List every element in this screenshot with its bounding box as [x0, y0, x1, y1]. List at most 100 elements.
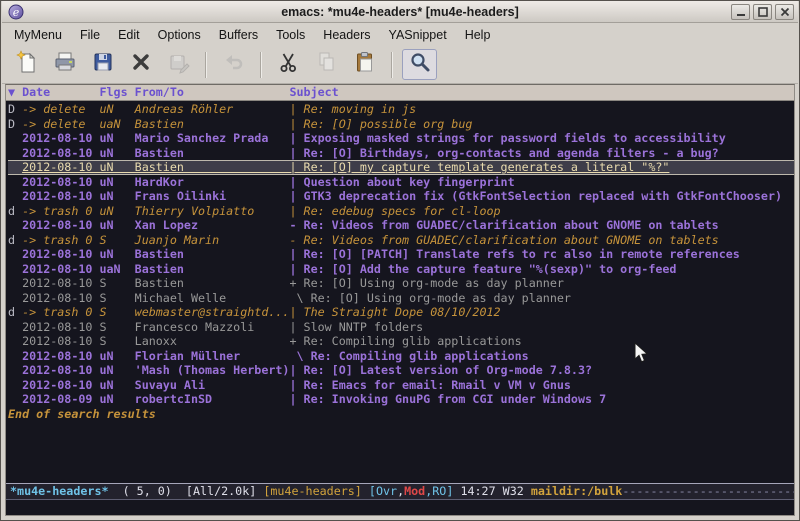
mark-prefix — [8, 276, 22, 290]
menu-options[interactable]: Options — [149, 25, 210, 45]
copy-icon — [315, 50, 339, 79]
message-row[interactable]: 2012-08-10 S Michael Welle \ Re: [O] Usi… — [8, 291, 794, 306]
message-row[interactable]: 2012-08-09 uN robertcInSD | Re: Invoking… — [8, 392, 794, 407]
paste-icon — [353, 50, 377, 79]
mu4e-headers-buffer: ▼ Date Flgs From/To Subject D -> delete … — [5, 84, 795, 516]
window-title: emacs: *mu4e-headers* [mu4e-headers] — [2, 5, 798, 19]
close-button[interactable] — [775, 4, 794, 20]
modeline-segment: 14:27 — [460, 484, 502, 498]
mode-line: *mu4e-headers* ( 5, 0) [All/2.0k] [mu4e-… — [6, 483, 794, 500]
modeline-segment: ,RO — [425, 484, 446, 498]
message-row[interactable]: 2012-08-10 uN Mario Sanchez Prada | Expo… — [8, 131, 794, 146]
message-text: 2012-08-10 uN Florian Müllner \ Re: Comp… — [22, 349, 529, 363]
echo-area[interactable] — [6, 500, 794, 515]
search-icon — [408, 50, 432, 79]
mark-prefix — [8, 247, 22, 261]
open-file-button[interactable] — [47, 49, 82, 80]
message-text: -> trash 0 S webmaster@straightd...| The… — [22, 305, 500, 319]
mark-prefix — [8, 131, 22, 145]
mark-prefix — [8, 334, 22, 348]
mark-prefix: d — [8, 233, 22, 247]
mark-prefix — [8, 160, 22, 174]
modeline-segment: *mu4e-headers* — [10, 484, 109, 498]
mark-prefix: d — [8, 305, 22, 319]
message-row[interactable]: 2012-08-10 uN Xan Lopez - Re: Videos fro… — [8, 218, 794, 233]
message-row[interactable]: 2012-08-10 uN Suvayu Ali | Re: Emacs for… — [8, 378, 794, 393]
message-row[interactable]: d -> trash 0 S Juanjo Marin - Re: Videos… — [8, 233, 794, 248]
modeline-segment: Mod — [404, 484, 425, 498]
message-text: 2012-08-09 uN robertcInSD | Re: Invoking… — [22, 392, 606, 406]
mark-prefix — [8, 363, 22, 377]
titlebar[interactable]: e emacs: *mu4e-headers* [mu4e-headers] — [2, 1, 798, 23]
mark-prefix — [8, 175, 22, 189]
toolbar-separator — [260, 52, 262, 78]
message-row[interactable]: 2012-08-10 uN HardKor | Question about k… — [8, 175, 794, 190]
message-row[interactable]: D -> delete uN Andreas Röhler | Re: movi… — [8, 102, 794, 117]
maximize-button[interactable] — [753, 4, 772, 20]
menu-tools[interactable]: Tools — [267, 25, 314, 45]
header-line-text: ▼ Date Flgs From/To Subject — [8, 85, 339, 99]
message-text: 2012-08-10 uN Frans Oilinki | GTK3 depre… — [22, 189, 782, 203]
cut-icon — [277, 50, 301, 79]
message-row[interactable]: d -> trash 0 uN Thierry Volpiatto | Re: … — [8, 204, 794, 219]
new-file-button[interactable] — [9, 49, 44, 80]
message-text: 2012-08-10 S Michael Welle \ Re: [O] Usi… — [22, 291, 571, 305]
copy-button — [309, 49, 344, 80]
message-text: 2012-08-10 S Lanoxx + Re: Compiling glib… — [22, 334, 522, 348]
undo-button — [216, 49, 251, 80]
message-text: -> delete uN Andreas Röhler | Re: moving… — [22, 102, 416, 116]
message-text: 2012-08-10 uN HardKor | Question about k… — [22, 175, 515, 189]
menu-edit[interactable]: Edit — [109, 25, 149, 45]
menu-buffers[interactable]: Buffers — [210, 25, 267, 45]
message-text: 2012-08-10 uN Xan Lopez - Re: Videos fro… — [22, 218, 719, 232]
mark-prefix — [8, 218, 22, 232]
message-text: 2012-08-10 uN Bastien | Re: [O] my captu… — [22, 160, 669, 174]
cut-button[interactable] — [271, 49, 306, 80]
message-row[interactable]: 2012-08-10 uN Florian Müllner \ Re: Comp… — [8, 349, 794, 364]
message-row[interactable]: 2012-08-10 S Lanoxx + Re: Compiling glib… — [8, 334, 794, 349]
message-text: -> trash 0 S Juanjo Marin - Re: Videos f… — [22, 233, 719, 247]
message-row[interactable]: D -> delete uaN Bastien | Re: [O] possib… — [8, 117, 794, 132]
menu-file[interactable]: File — [71, 25, 109, 45]
toolbar-separator — [205, 52, 207, 78]
paste-button[interactable] — [347, 49, 382, 80]
message-text: 2012-08-10 uN Bastien | Re: [O] [PATCH] … — [22, 247, 740, 261]
mark-prefix — [8, 291, 22, 305]
message-row[interactable]: 2012-08-10 S Francesco Mazzoli | Slow NN… — [8, 320, 794, 335]
menu-mymenu[interactable]: MyMenu — [5, 25, 71, 45]
minimize-button[interactable] — [731, 4, 750, 20]
save-as-icon — [167, 50, 191, 79]
message-text: 2012-08-10 S Francesco Mazzoli | Slow NN… — [22, 320, 423, 334]
modeline-segment: ( 5, 0) — [109, 484, 186, 498]
mark-prefix — [8, 392, 22, 406]
menu-headers[interactable]: Headers — [314, 25, 379, 45]
message-row[interactable]: 2012-08-10 uN Bastien | Re: [O] Birthday… — [8, 146, 794, 161]
menu-help[interactable]: Help — [456, 25, 500, 45]
message-text: 2012-08-10 uaN Bastien | Re: [O] Add the… — [22, 262, 676, 276]
open-file-icon — [53, 50, 77, 79]
message-row[interactable]: 2012-08-10 uaN Bastien | Re: [O] Add the… — [8, 262, 794, 277]
end-of-results: End of search results — [8, 407, 794, 422]
mark-prefix — [8, 349, 22, 363]
message-row[interactable]: 2012-08-10 uN Frans Oilinki | GTK3 depre… — [8, 189, 794, 204]
save-button[interactable] — [85, 49, 120, 80]
mark-prefix: d — [8, 204, 22, 218]
modeline-segment: ----------------------------------------… — [622, 484, 794, 498]
emacs-window: e emacs: *mu4e-headers* [mu4e-headers] M… — [0, 0, 800, 521]
header-line: ▼ Date Flgs From/To Subject — [6, 85, 794, 101]
message-text: 2012-08-10 uN Mario Sanchez Prada | Expo… — [22, 131, 726, 145]
message-row[interactable]: 2012-08-10 uN Bastien | Re: [O] my captu… — [8, 160, 794, 175]
message-text: -> delete uaN Bastien | Re: [O] possible… — [22, 117, 472, 131]
kill-buffer-icon — [129, 50, 153, 79]
search-button[interactable] — [402, 49, 437, 80]
message-row[interactable]: 2012-08-10 S Bastien + Re: [O] Using org… — [8, 276, 794, 291]
message-row[interactable]: d -> trash 0 S webmaster@straightd...| T… — [8, 305, 794, 320]
save-icon — [91, 50, 115, 79]
message-row[interactable]: 2012-08-10 uN 'Mash (Thomas Herbert)| Re… — [8, 363, 794, 378]
modeline-segment: ] — [446, 484, 460, 498]
message-text: 2012-08-10 uN Suvayu Ali | Re: Emacs for… — [22, 378, 571, 392]
menu-yasnippet[interactable]: YASnippet — [380, 25, 456, 45]
kill-buffer-button[interactable] — [123, 49, 158, 80]
message-row[interactable]: 2012-08-10 uN Bastien | Re: [O] [PATCH] … — [8, 247, 794, 262]
message-text: 2012-08-10 uN Bastien | Re: [O] Birthday… — [22, 146, 719, 160]
